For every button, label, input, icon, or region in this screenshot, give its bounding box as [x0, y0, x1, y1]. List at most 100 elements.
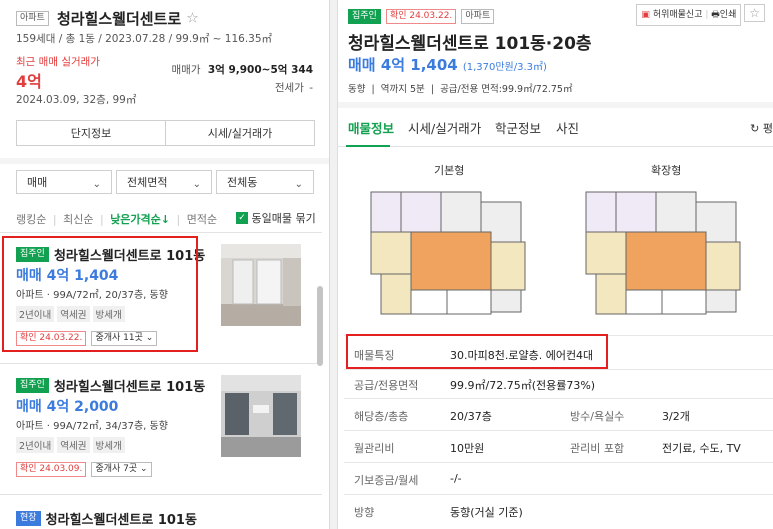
- scrollbar-thumb[interactable]: [317, 286, 323, 366]
- trade-type-select[interactable]: 매매 ⌄: [16, 170, 112, 194]
- room-photo: [221, 375, 301, 457]
- floorplan-basic-image[interactable]: [363, 182, 533, 322]
- detail-price: 매매 4억 1,404: [348, 56, 458, 74]
- detail-title: 청라힐스웰더센트로 101동·20층: [348, 34, 592, 54]
- row-label-area: 공급/전용면적: [354, 379, 419, 392]
- panel-divider: [330, 0, 338, 529]
- list-item[interactable]: 집주인 청라힐스웰더센트로 101동 매매 4억 2,000 아파트 · 99A…: [0, 371, 322, 489]
- active-tab-indicator: [346, 145, 390, 147]
- tab-market-price[interactable]: 시세/실거래가: [408, 118, 481, 137]
- detail-badges: 집주인 확인 24.03.22. 아파트: [348, 6, 495, 25]
- plan-basic-label: 기본형: [434, 164, 465, 177]
- tab-school[interactable]: 학군정보: [495, 118, 541, 137]
- rent-range-value: -: [309, 82, 313, 94]
- market-price-button[interactable]: 시세/실거래가: [165, 120, 315, 146]
- row-value-maintenance: 10만원: [450, 442, 485, 455]
- tag: 2년이내: [16, 437, 55, 453]
- favorite-star-icon[interactable]: ☆: [186, 11, 199, 27]
- chevron-down-icon: ⌄: [192, 179, 201, 190]
- listing-title[interactable]: 청라힐스웰더센트로 101동: [46, 513, 197, 528]
- plan-extended-label: 확장형: [651, 164, 682, 177]
- row-value-rooms: 3/2개: [662, 410, 690, 423]
- area-select[interactable]: 전체면적 ⌄: [116, 170, 212, 194]
- property-type-badge: 아파트: [461, 9, 495, 24]
- owner-badge: 집주인: [348, 9, 381, 24]
- report-icon: ▣: [641, 10, 650, 20]
- agent-count: 중개사 7곳: [95, 464, 138, 474]
- complex-info-button[interactable]: 단지정보: [16, 120, 166, 146]
- tag: 역세권: [57, 437, 90, 453]
- sort-ranking[interactable]: 랭킹순: [16, 213, 46, 226]
- site-badge: 현장: [16, 511, 41, 526]
- report-label: 허위매물신고: [652, 10, 703, 20]
- listing-tags: 2년이내 역세권 방세개: [16, 434, 128, 453]
- row-label-direction: 방향: [354, 506, 375, 519]
- section-divider: [0, 158, 329, 164]
- row-label-rooms: 방수/욕실수: [570, 410, 625, 423]
- report-button[interactable]: ▣ 허위매물신고 | 🖶인쇄: [636, 4, 742, 26]
- room-photo: [221, 244, 301, 326]
- recent-trade-price: 4억: [16, 72, 42, 91]
- same-listing-toggle[interactable]: ✓ 동일매물 묶기: [236, 210, 316, 226]
- rent-range: 전세가 -: [275, 80, 313, 95]
- trade-range-label: 매매가: [171, 64, 201, 76]
- print-icon: 🖶: [711, 10, 720, 20]
- fold-label: 평: [762, 122, 773, 135]
- listing-thumbnail[interactable]: [221, 244, 301, 326]
- row-value-area: 99.9㎡/72.75㎡(전용률73%): [450, 379, 596, 392]
- floorplan-extended-image[interactable]: [578, 182, 748, 322]
- rent-range-label: 전세가: [274, 82, 304, 94]
- favorite-star-icon[interactable]: ☆: [744, 4, 765, 22]
- refresh-icon: ↻: [750, 122, 760, 135]
- detail-actions: ▣ 허위매물신고 | 🖶인쇄 ☆: [636, 4, 765, 26]
- checkbox-checked-icon[interactable]: ✓: [236, 212, 248, 224]
- same-listing-label: 동일매물 묶기: [251, 212, 316, 225]
- tag: 방세개: [92, 437, 125, 453]
- chevron-down-icon: ⌄: [294, 179, 303, 190]
- listing-thumbnail[interactable]: [221, 375, 301, 457]
- sort-bar: 랭킹순 | 최신순 | 낮은가격순↓ | 면적순: [16, 213, 218, 226]
- highlight-box: [2, 236, 198, 352]
- complex-summary: 159세대 / 총 1동 / 2023.07.28 / 99.9㎡ ~ 116.…: [16, 33, 273, 45]
- row-value-deposit: -/-: [450, 472, 462, 485]
- dong-value: 전체동: [227, 176, 258, 189]
- detail-price-row: 매매 4억 1,404 (1,370만원/3.3㎡): [348, 54, 547, 75]
- trade-range-value: 3억 9,900~5억 344: [207, 64, 313, 76]
- highlight-box: [346, 334, 608, 369]
- list-item[interactable]: 현장 청라힐스웰더센트로 101동: [0, 502, 322, 529]
- trade-type-value: 매매: [27, 176, 48, 189]
- chevron-down-icon: ⌄: [92, 179, 101, 190]
- tab-listing-info[interactable]: 매물정보: [348, 118, 394, 137]
- row-label-maintenance-incl: 관리비 포함: [570, 442, 625, 455]
- recent-trade-date: 2024.03.09, 32층, 99㎡: [16, 94, 137, 106]
- row-value-floor: 20/37층: [450, 410, 492, 423]
- listing-panel: 아파트 청라힐스웰더센트로 ☆ 159세대 / 총 1동 / 2023.07.2…: [0, 0, 330, 529]
- tab-photos[interactable]: 사진: [556, 118, 579, 137]
- agent-count-button[interactable]: 중개사 7곳 ⌄: [91, 462, 152, 477]
- listing-price: 매매 4억 2,000: [16, 399, 119, 415]
- listing-title[interactable]: 청라힐스웰더센트로 101동: [54, 380, 205, 395]
- complex-name: 청라힐스웰더센트로: [56, 10, 182, 28]
- print-label[interactable]: 인쇄: [720, 10, 737, 20]
- row-value-maintenance-incl: 전기료, 수도, TV: [662, 442, 741, 455]
- row-label-floor: 해당층/총층: [354, 410, 409, 423]
- recent-trade-label: 최근 매매 실거래가: [16, 56, 100, 68]
- sort-area[interactable]: 면적순: [187, 213, 217, 226]
- complex-header: 아파트 청라힐스웰더센트로 ☆: [16, 8, 199, 29]
- owner-badge: 집주인: [16, 378, 49, 393]
- row-label-deposit: 기보증금/월세: [354, 474, 419, 487]
- sort-low-price[interactable]: 낮은가격순↓: [110, 213, 170, 226]
- property-type-badge: 아파트: [16, 11, 49, 26]
- detail-meta: 동향 | 역까지 5분 | 공급/전용 면적:99.9㎡/72.75㎡: [348, 84, 573, 95]
- sort-latest[interactable]: 최신순: [63, 213, 93, 226]
- listing-info: 아파트 · 99A/72㎡, 34/37층, 동향: [16, 421, 168, 432]
- trade-range: 매매가 3억 9,900~5억 344: [172, 62, 314, 77]
- fold-toggle[interactable]: ↻ 평: [750, 120, 773, 136]
- confirm-date-badge: 확인 24.03.22.: [385, 9, 457, 24]
- dong-select[interactable]: 전체동 ⌄: [216, 170, 314, 194]
- detail-panel: 집주인 확인 24.03.22. 아파트 ▣ 허위매물신고 | 🖶인쇄 ☆ 청라…: [338, 0, 773, 529]
- row-value-direction: 동향(거실 기준): [450, 506, 523, 519]
- detail-price-unit: (1,370만원/3.3㎡): [462, 62, 547, 73]
- row-label-maintenance: 월관리비: [354, 442, 395, 455]
- confirm-date-badge: 확인 24.03.09.: [16, 462, 87, 477]
